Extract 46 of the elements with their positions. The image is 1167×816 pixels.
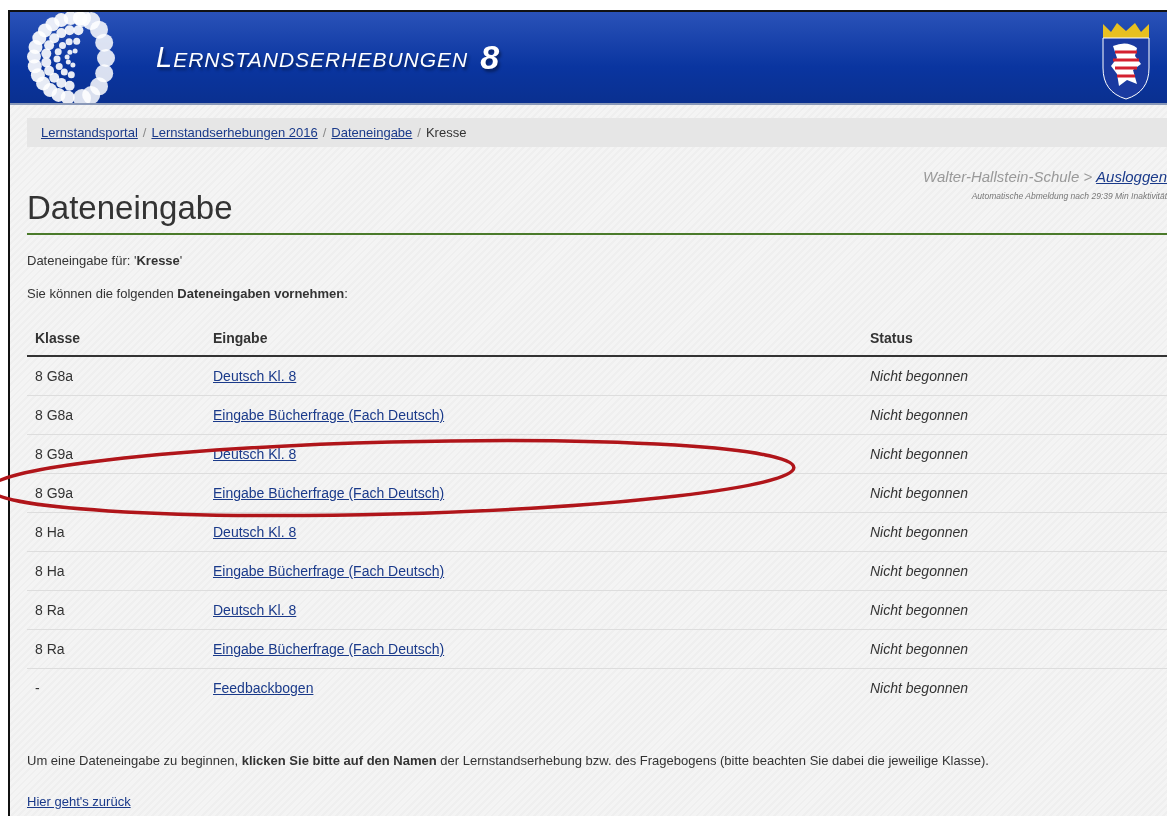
column-header: Eingabe [213,330,268,346]
app-title-number: 8 [480,38,500,77]
breadcrumb-link[interactable]: Lernstandserhebungen 2016 [151,125,318,140]
status-cell: Nicht begonnen [870,485,969,501]
entry-link[interactable]: Deutsch Kl. 8 [213,368,297,384]
entry-link[interactable]: Eingabe Bücherfrage (Fach Deutsch) [213,641,445,657]
class-cell: 8 G9a [35,446,74,462]
status-cell: Nicht begonnen [870,680,969,696]
breadcrumb-separator: / [322,125,327,140]
status-cell: Nicht begonnen [870,641,969,657]
breadcrumb-current: Kresse [425,125,467,140]
entry-link[interactable]: Eingabe Bücherfrage (Fach Deutsch) [213,563,445,579]
entry-link[interactable]: Deutsch Kl. 8 [213,602,297,618]
class-cell: - [35,680,40,696]
breadcrumb-separator: / [417,125,421,140]
class-cell: 8 Ra [35,602,65,618]
page-heading: Dateneingabe [27,189,233,227]
column-header: Status [870,330,913,346]
class-cell: 8 Ra [35,641,65,657]
school-name: Walter-Hallstein-Schule > [923,168,1093,185]
entry-link[interactable]: Feedbackbogen [213,680,314,696]
entry-link[interactable]: Deutsch Kl. 8 [213,524,297,540]
class-cell: 8 Ha [35,524,65,540]
class-cell: 8 G9a [35,485,74,501]
entry-link[interactable]: Eingabe Bücherfrage (Fach Deutsch) [213,485,445,501]
breadcrumb-link[interactable]: Dateneingabe [331,125,413,140]
logout-link[interactable]: Ausloggen [1096,168,1167,185]
status-cell: Nicht begonnen [870,368,969,384]
timeout-notice: Automatische Abmeldung nach 29:39 Min Inaktivität [970,191,1167,201]
status-cell: Nicht begonnen [870,524,969,540]
breadcrumb-separator: / [142,125,147,140]
status-cell: Nicht begonnen [870,602,969,618]
class-cell: 8 G8a [35,368,74,384]
back-link[interactable]: Hier geht's zurück [27,794,131,809]
class-cell: 8 Ha [35,563,65,579]
entry-link[interactable]: Eingabe Bücherfrage (Fach Deutsch) [213,407,445,423]
class-cell: 8 G8a [35,407,74,423]
intro-text: Dateneingabe für: 'Kresse' [27,253,184,268]
breadcrumb-link[interactable]: Lernstandsportal [41,125,138,140]
app-title: LERNSTANDSERHEBUNGEN [156,41,469,74]
status-cell: Nicht begonnen [870,446,969,462]
intro-text: Sie können die folgenden Dateneingaben vornehmen: [27,286,349,301]
status-cell: Nicht begonnen [870,407,969,423]
instruction-text: Um eine Dateneingabe zu beginnen, klicken Sie bitte auf den Namen der Lernstandserhebung bzw. des Fragebogens (bitte beachten Sie dabei die jeweilige Klasse). [27,753,990,768]
status-cell: Nicht begonnen [870,563,969,579]
column-header: Klasse [35,330,81,346]
